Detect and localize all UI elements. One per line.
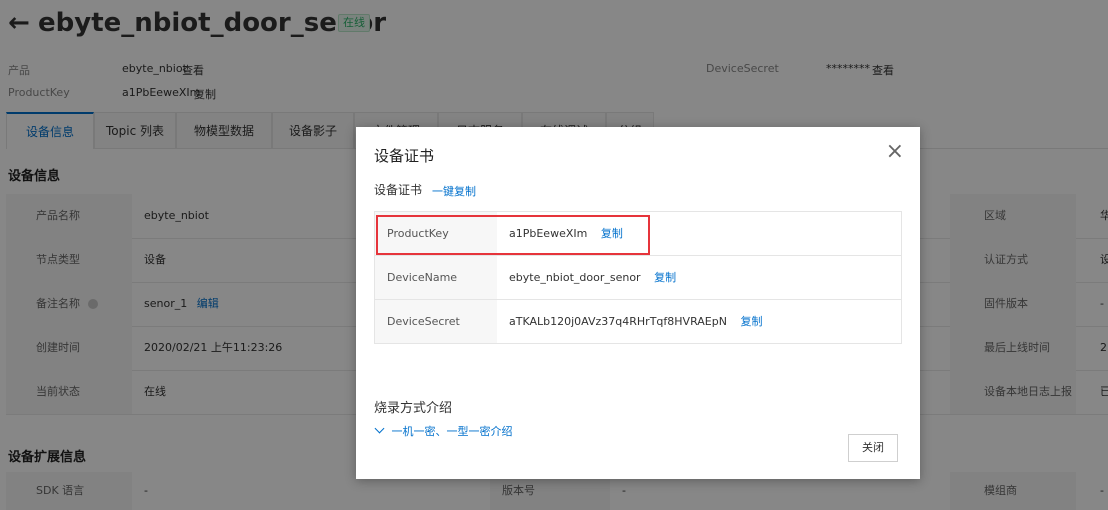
device-name-value: ebyte_nbiot_door_senor	[509, 271, 641, 284]
highlight-box	[376, 215, 650, 255]
table-row: DeviceSecret aTKALb120j0AVz37q4RHrTqf8HV…	[375, 300, 901, 343]
copy-all-link[interactable]: 一键复制	[432, 183, 476, 199]
burn-method-title: 烧录方式介绍	[374, 401, 453, 416]
copy-device-name-link[interactable]: 复制	[654, 271, 676, 284]
cert-value: aTKALb120j0AVz37q4RHrTqf8HVRAEpN 复制	[509, 300, 762, 343]
burn-method-link-label: 一机一密、一型一密介绍	[391, 425, 513, 438]
device-certificate-dialog: 设备证书 × 设备证书 一键复制 ProductKey a1PbEeweXIm …	[356, 127, 920, 479]
close-icon[interactable]: ×	[886, 141, 904, 163]
table-row: DeviceName ebyte_nbiot_door_senor 复制	[375, 256, 901, 300]
copy-device-secret-link[interactable]: 复制	[740, 315, 762, 328]
cert-key: DeviceName	[375, 256, 497, 299]
cert-key: DeviceSecret	[375, 300, 497, 343]
certificate-heading: 设备证书	[374, 183, 423, 197]
cert-value: ebyte_nbiot_door_senor 复制	[509, 256, 676, 299]
dialog-title: 设备证书	[374, 147, 435, 165]
chevron-down-icon	[374, 423, 385, 434]
burn-method-link[interactable]: 一机一密、一型一密介绍	[374, 423, 513, 439]
close-button[interactable]: 关闭	[848, 434, 898, 462]
device-secret-value: aTKALb120j0AVz37q4RHrTqf8HVRAEpN	[509, 315, 727, 328]
